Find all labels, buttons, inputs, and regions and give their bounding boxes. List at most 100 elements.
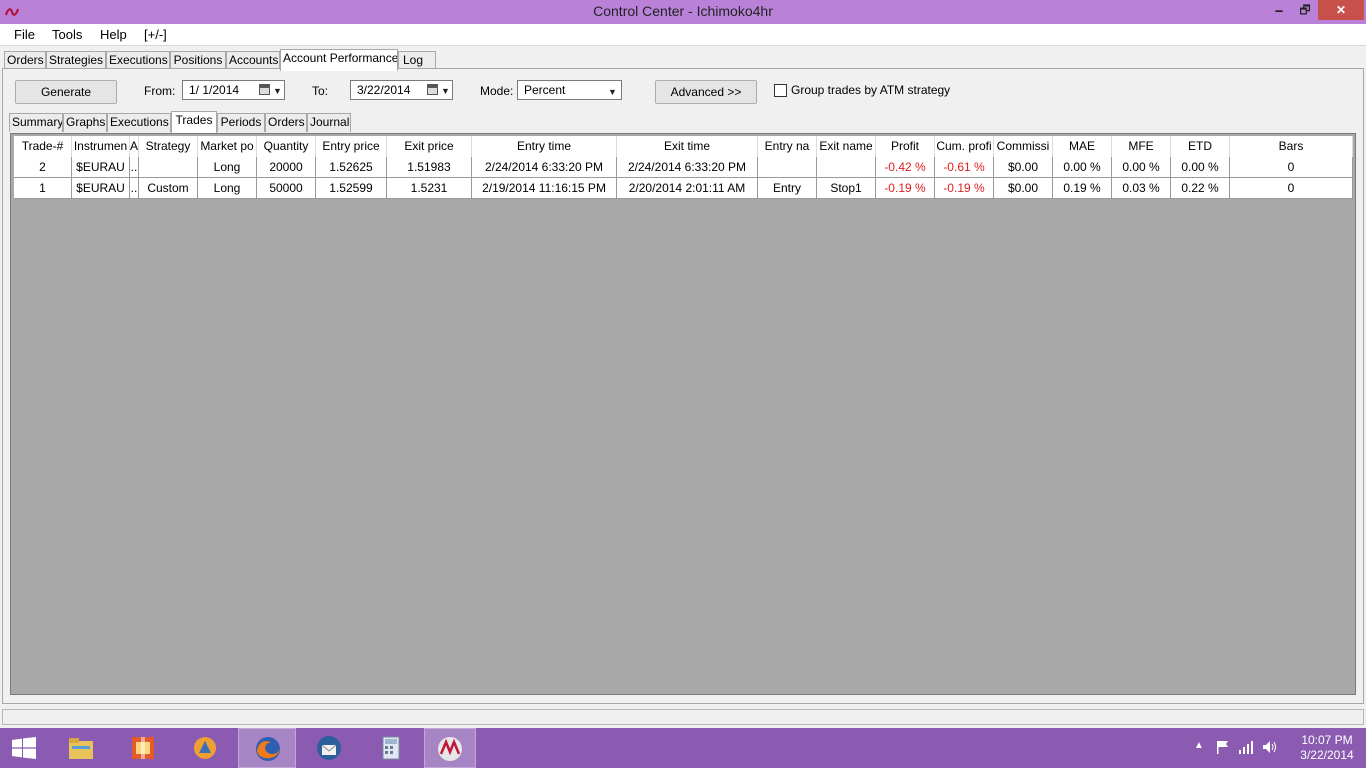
cell-exit-name [817, 157, 876, 178]
table-row[interactable]: 1 $EURAU .. Custom Long 50000 1.52599 1.… [14, 178, 1353, 199]
col-trade-number[interactable]: Trade-# [14, 136, 72, 157]
title-bar: Control Center - Ichimoko4hr 🗕 🗗 ✕ [0, 0, 1366, 24]
col-exit-price[interactable]: Exit price [387, 136, 472, 157]
menu-file[interactable]: File [14, 27, 35, 42]
cell-mfe: 0.03 % [1112, 178, 1171, 199]
col-exit-time[interactable]: Exit time [617, 136, 758, 157]
from-date-value: 1/ 1/2014 [189, 83, 240, 97]
cell-instrument: $EURAU [72, 157, 130, 178]
cell-entry-name [758, 157, 817, 178]
taskbar-thunderbird[interactable] [300, 728, 358, 768]
volume-icon[interactable] [1262, 740, 1278, 754]
clock-date: 3/22/2014 [1300, 748, 1354, 762]
menu-tools[interactable]: Tools [52, 27, 82, 42]
maximize-button[interactable]: 🗗 [1292, 0, 1318, 20]
col-profit[interactable]: Profit [876, 136, 935, 157]
tab-periods[interactable]: Periods [217, 113, 265, 132]
col-instrument[interactable]: Instrumen [72, 136, 130, 157]
chevron-down-icon[interactable]: ▼ [441, 82, 450, 100]
show-hidden-icons-icon[interactable]: ▲ [1194, 740, 1204, 751]
table-row[interactable]: 2 $EURAU .. Long 20000 1.52625 1.51983 2… [14, 157, 1353, 178]
trades-grid[interactable]: Trade-# Instrumen A Strategy Market po Q… [10, 133, 1356, 695]
windows-taskbar: ▲ 10:07 PM 3/22/2014 [0, 728, 1366, 768]
taskbar-firefox[interactable] [238, 728, 296, 768]
status-bar [2, 709, 1364, 725]
taskbar-ninjatrader[interactable] [424, 728, 476, 768]
tab-graphs[interactable]: Graphs [63, 113, 107, 132]
cell-entry-time: 2/19/2014 11:16:15 PM [472, 178, 617, 199]
cell-strategy [139, 157, 198, 178]
tab-trades[interactable]: Trades [171, 111, 217, 133]
col-mfe[interactable]: MFE [1112, 136, 1171, 157]
cell-entry-time: 2/24/2014 6:33:20 PM [472, 157, 617, 178]
taskbar-calculator[interactable] [362, 728, 420, 768]
cell-mae: 0.00 % [1053, 157, 1112, 178]
advanced-button[interactable]: Advanced >> [655, 80, 757, 104]
tab-executions-sub[interactable]: Executions [107, 113, 171, 132]
group-trades-checkbox[interactable] [774, 84, 787, 97]
col-account[interactable]: A [130, 136, 139, 157]
col-cum-profit[interactable]: Cum. profi [935, 136, 994, 157]
col-market-position[interactable]: Market po [198, 136, 257, 157]
cell-cum-profit: -0.61 % [935, 157, 994, 178]
cell-quantity: 50000 [257, 178, 316, 199]
cell-mae: 0.19 % [1053, 178, 1112, 199]
col-etd[interactable]: ETD [1171, 136, 1230, 157]
mode-select[interactable]: Percent ▼ [517, 80, 622, 100]
window-title: Control Center - Ichimoko4hr [593, 3, 773, 19]
presentation-app-icon [132, 737, 154, 759]
tab-summary[interactable]: Summary [9, 113, 63, 132]
windows-logo-icon [12, 737, 36, 759]
cell-exit-time: 2/20/2014 2:01:11 AM [617, 178, 758, 199]
system-tray: ▲ [1190, 728, 1290, 768]
menu-expand-collapse[interactable]: [+/-] [144, 27, 167, 42]
network-signal-icon[interactable] [1238, 740, 1254, 754]
col-commission[interactable]: Commissi [994, 136, 1053, 157]
calendar-icon[interactable] [427, 84, 438, 95]
cell-bars: 0 [1230, 178, 1353, 199]
action-center-flag-icon[interactable] [1216, 740, 1230, 754]
cell-commission: $0.00 [994, 178, 1053, 199]
menu-help[interactable]: Help [100, 27, 127, 42]
tab-account-performance[interactable]: Account Performance [280, 49, 398, 71]
cell-bars: 0 [1230, 157, 1353, 178]
cell-quantity: 20000 [257, 157, 316, 178]
cell-account: .. [130, 178, 139, 199]
media-app-icon [194, 737, 216, 759]
to-date-picker[interactable]: 3/22/2014 ▼ [350, 80, 453, 100]
cell-entry-price: 1.52625 [316, 157, 387, 178]
from-date-picker[interactable]: 1/ 1/2014 ▼ [182, 80, 285, 100]
cell-cum-profit: -0.19 % [935, 178, 994, 199]
taskbar-app-2[interactable] [114, 728, 172, 768]
clock-time: 10:07 PM [1301, 733, 1353, 747]
col-strategy[interactable]: Strategy [139, 136, 198, 157]
sub-tab-strip: Summary Graphs Executions Trades Periods… [9, 111, 354, 133]
to-date-value: 3/22/2014 [357, 83, 411, 97]
cell-instrument: $EURAU [72, 178, 130, 199]
minimize-button[interactable]: 🗕 [1266, 0, 1292, 20]
col-quantity[interactable]: Quantity [257, 136, 316, 157]
col-bars[interactable]: Bars [1230, 136, 1353, 157]
from-label: From: [144, 84, 176, 98]
taskbar-clock[interactable]: 10:07 PM 3/22/2014 [1292, 733, 1362, 763]
folder-icon [69, 738, 93, 759]
close-button[interactable]: ✕ [1318, 0, 1364, 20]
col-exit-name[interactable]: Exit name [817, 136, 876, 157]
col-mae[interactable]: MAE [1053, 136, 1112, 157]
cell-commission: $0.00 [994, 157, 1053, 178]
col-entry-price[interactable]: Entry price [316, 136, 387, 157]
cell-exit-time: 2/24/2014 6:33:20 PM [617, 157, 758, 178]
chevron-down-icon[interactable]: ▼ [608, 83, 617, 101]
tab-journal[interactable]: Journal [307, 113, 351, 132]
taskbar-file-explorer[interactable] [52, 728, 110, 768]
col-entry-name[interactable]: Entry na [758, 136, 817, 157]
menu-bar: File Tools Help [+/-] [0, 24, 1366, 46]
tab-orders-sub[interactable]: Orders [265, 113, 307, 132]
start-button[interactable] [0, 728, 50, 768]
chevron-down-icon[interactable]: ▼ [273, 82, 282, 100]
cell-trade-number: 1 [14, 178, 72, 199]
calendar-icon[interactable] [259, 84, 270, 95]
col-entry-time[interactable]: Entry time [472, 136, 617, 157]
taskbar-app-3[interactable] [176, 728, 234, 768]
generate-button[interactable]: Generate [15, 80, 117, 104]
